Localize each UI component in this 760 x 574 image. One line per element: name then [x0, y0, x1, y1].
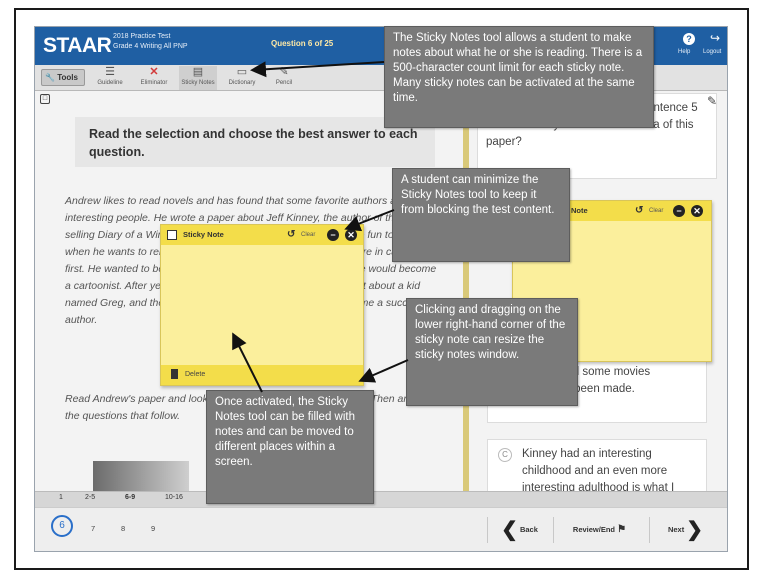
tab-group-current[interactable]: 6-9 [125, 494, 135, 501]
sticky-note[interactable]: Sticky Note ↺ Clear − ✕ Delete [160, 224, 364, 386]
pane-divider[interactable] [463, 91, 469, 491]
expand-icon[interactable]: □ [40, 94, 50, 104]
question-button[interactable]: 7 [91, 524, 95, 533]
dictionary-button[interactable]: ▭ Dictionary [223, 66, 261, 90]
pencil-icon: ✎ [279, 66, 289, 78]
sticky-notes-button[interactable]: ▤ Sticky Notes [179, 66, 217, 90]
callout-activated: Once activated, the Sticky Notes tool ca… [206, 390, 374, 504]
question-button[interactable]: 8 [121, 524, 125, 533]
tab-group[interactable]: 10-16 [165, 494, 183, 501]
clear-button[interactable]: Clear [649, 201, 663, 221]
help-icon[interactable]: ? [683, 33, 695, 45]
back-button[interactable]: ❮ Back [487, 517, 551, 543]
close-icon[interactable]: ✕ [691, 205, 703, 217]
current-question-button[interactable]: 6 [51, 515, 73, 537]
tab-group[interactable]: 2-5 [85, 494, 95, 501]
sticky-notes-icon: ▤ [192, 66, 204, 78]
minimize-icon[interactable]: − [673, 205, 685, 217]
help-label[interactable]: Help [678, 49, 690, 55]
test-name: 2018 Practice Test Grade 4 Writing All P… [113, 33, 188, 50]
review-end-button[interactable]: Review/End ⚑ [553, 517, 645, 543]
callout-resize: Clicking and dragging on the lower right… [406, 298, 578, 406]
dictionary-icon: ▭ [236, 66, 248, 78]
minimize-icon[interactable]: − [327, 229, 339, 241]
undo-icon[interactable]: ↺ [287, 225, 295, 245]
choice-letter: C [498, 448, 512, 462]
eliminator-button[interactable]: ✕ Eliminator [135, 66, 173, 90]
edit-icon[interactable]: ✎ [707, 94, 717, 108]
guideline-icon: ☰ [105, 66, 115, 78]
navigation-bar: 6 7 8 9 ❮ Back Review/End ⚑ Next ❯ [35, 507, 727, 551]
question-counter: Question 6 of 25 [271, 39, 334, 48]
undo-icon[interactable]: ↺ [635, 201, 643, 221]
tools-button[interactable]: 🔧 Tools [41, 69, 85, 86]
chevron-right-icon: ❯ [686, 519, 704, 542]
chevron-left-icon: ❮ [501, 519, 518, 542]
callout-sticky-notes-tool: The Sticky Notes tool allows a student t… [384, 26, 654, 128]
guideline-button[interactable]: ☰ Guideline [91, 66, 129, 90]
next-button[interactable]: Next ❯ [649, 517, 721, 543]
pencil-button[interactable]: ✎ Pencil [265, 66, 303, 90]
question-button[interactable]: 9 [151, 524, 155, 533]
logout-icon[interactable]: ↪ [710, 31, 720, 45]
trash-icon[interactable] [171, 369, 178, 379]
wrench-icon: 🔧 [45, 73, 55, 82]
flag-icon: ⚑ [617, 524, 627, 535]
sticky-note-icon [167, 230, 177, 240]
logout-label[interactable]: Logout [703, 49, 721, 55]
sticky-note-header[interactable]: Sticky Note ↺ Clear − ✕ [161, 225, 363, 245]
close-icon[interactable]: ✕ [345, 229, 357, 241]
tab-group[interactable]: 1 [59, 494, 63, 501]
delete-button[interactable]: Delete [185, 371, 205, 378]
clear-button[interactable]: Clear [301, 225, 315, 245]
sticky-note-footer: Delete [161, 365, 363, 385]
callout-minimize: A student can minimize the Sticky Notes … [392, 168, 570, 262]
staar-logo: STAAR [43, 34, 112, 57]
passage-instruction: Read the selection and choose the best a… [75, 117, 435, 167]
eliminator-icon: ✕ [149, 66, 159, 78]
question-group-tabs: 1 2-5 6-9 10-16 17-25 [35, 491, 727, 507]
